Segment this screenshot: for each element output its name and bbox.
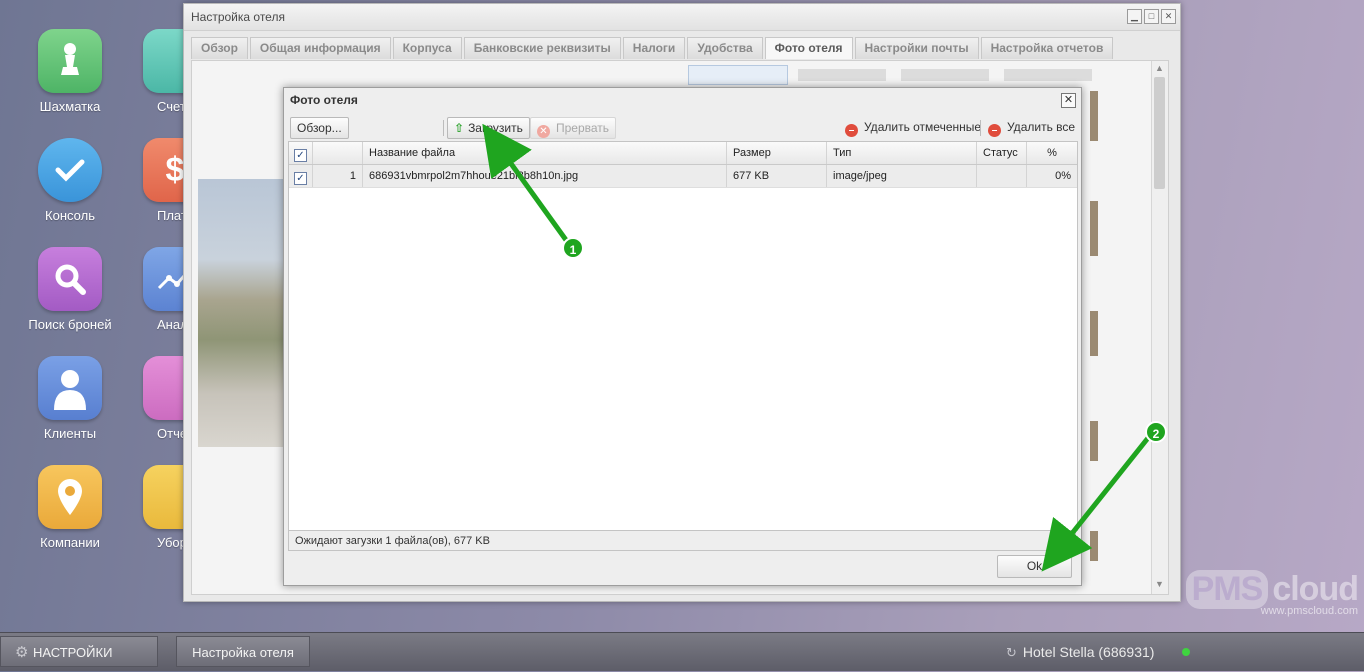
row-index: 1 [313, 165, 363, 187]
desktop-icon-booking-search[interactable]: Поиск броней [10, 247, 130, 332]
toolbar-separator [980, 120, 981, 136]
row-size: 677 KB [727, 165, 827, 187]
vertical-scrollbar[interactable]: ▲ ▼ [1151, 61, 1168, 594]
gear-icon: ⚙ [15, 644, 29, 661]
tab-report-settings[interactable]: Настройка отчетов [980, 37, 1114, 59]
scroll-thumb[interactable] [1154, 77, 1165, 189]
desktop-icon-clients[interactable]: Клиенты [10, 356, 130, 441]
toolbar-separator [443, 120, 444, 136]
arrow-up-icon: ⇧ [454, 121, 465, 135]
magnifier-icon [38, 247, 102, 311]
checkmark-icon [38, 138, 102, 202]
scroll-up-icon[interactable]: ▲ [1155, 63, 1164, 73]
annotation-badge-1: 1 [562, 237, 584, 259]
upload-status-text: Ожидают загузки 1 файла(ов), 677 KB [288, 530, 1076, 551]
desktop-icon-label: Консоль [45, 208, 95, 223]
scroll-down-icon[interactable]: ▼ [1155, 579, 1164, 589]
photo-thumb-placeholder[interactable] [1004, 69, 1092, 81]
photo-thumb-placeholder[interactable] [688, 65, 788, 85]
select-all-cell: ✓ [289, 142, 313, 164]
photo-thumb-placeholder[interactable] [901, 69, 989, 81]
close-icon[interactable]: ✕ [1061, 93, 1076, 108]
location-pin-icon [38, 465, 102, 529]
grid-header: ✓ Название файла Размер Тип Статус % [289, 142, 1077, 165]
tab-buildings[interactable]: Корпуса [392, 37, 462, 59]
minus-circle-icon: – [845, 124, 858, 137]
tab-mail-settings[interactable]: Настройки почты [854, 37, 979, 59]
row-status [977, 165, 1027, 187]
delete-selected-button[interactable]: – Удалить отмеченные [845, 117, 981, 137]
settings-label: НАСТРОЙКИ [33, 645, 113, 660]
photo-thumb-edge[interactable] [1090, 311, 1098, 356]
desktop-icon-label: Клиенты [43, 426, 97, 441]
browse-button[interactable]: Обзор... [290, 117, 349, 139]
window-title: Настройка отеля [184, 4, 1180, 31]
row-type: image/jpeg [827, 165, 977, 187]
refresh-icon: ↻ [1006, 645, 1017, 660]
settings-tabs: Обзор Общая информация Корпуса Банковски… [191, 37, 1114, 59]
photo-thumb-edge[interactable] [1090, 201, 1098, 256]
row-select-cell: ✓ [289, 165, 313, 187]
person-icon [38, 356, 102, 420]
column-header-size[interactable]: Размер [727, 142, 827, 164]
dialog-title: Фото отеля [290, 93, 358, 107]
connection-status-icon [1182, 648, 1190, 656]
row-percent: 0% [1055, 170, 1071, 182]
column-header-percent[interactable]: % [1027, 142, 1077, 164]
photo-upload-dialog: Фото отеля ✕ Обзор... ⇧ Загрузить ✕ Прерва… [283, 87, 1082, 586]
taskbar: ⚙ НАСТРОЙКИ Настройка отеля ↻ Hotel Stell… [0, 632, 1364, 671]
select-all-checkbox[interactable]: ✓ [294, 149, 307, 162]
column-header-status[interactable]: Статус [977, 142, 1027, 164]
abort-button-label: Прервать [556, 121, 610, 135]
column-header-type[interactable]: Тип [827, 142, 977, 164]
tab-general-info[interactable]: Общая информация [249, 37, 391, 59]
delete-all-button[interactable]: – Удалить все [988, 117, 1075, 137]
tab-taxes[interactable]: Налоги [622, 37, 686, 59]
upload-button-label: Загрузить [468, 121, 523, 135]
upload-toolbar: Обзор... ⇧ Загрузить ✕ Прервать – Удалить о… [288, 116, 1076, 140]
pmscloud-watermark: PMS cloud www.pmscloud.com [1185, 570, 1359, 617]
close-icon[interactable]: ✕ [1161, 9, 1176, 24]
photo-thumb-edge[interactable] [1090, 421, 1098, 461]
tab-amenities[interactable]: Удобства [687, 37, 763, 59]
delete-all-label: Удалить все [1007, 120, 1076, 134]
tab-bank-details[interactable]: Банковские реквизиты [463, 37, 621, 59]
window-controls: ▁ □ ✕ [1127, 9, 1176, 24]
desktop-icon-label: Компании [40, 535, 100, 550]
taskbar-window-hotel-settings[interactable]: Настройка отеля [176, 636, 310, 667]
abort-button[interactable]: ✕ Прервать [530, 117, 617, 139]
index-header [313, 142, 363, 164]
pmscloud-logo: PMS cloud [1185, 570, 1359, 609]
row-checkbox[interactable]: ✓ [294, 172, 307, 185]
photo-thumb-edge[interactable] [1090, 531, 1098, 561]
minus-circle-icon: – [988, 124, 1001, 137]
ok-button[interactable]: Ok [997, 555, 1072, 578]
tab-overview[interactable]: Обзор [191, 37, 248, 59]
minimize-icon[interactable]: ▁ [1127, 9, 1142, 24]
upload-file-grid: ✓ Название файла Размер Тип Статус % ✓ 1… [288, 141, 1078, 531]
photo-thumb-edge[interactable] [1090, 91, 1098, 141]
desktop-icon-companies[interactable]: Компании [10, 465, 130, 550]
current-hotel[interactable]: ↻ Hotel Stella (686931) [1006, 633, 1154, 671]
desktop-icon-chess[interactable]: Шахматка [10, 29, 130, 114]
row-filename: 686931vbmrpol2m7hhoue21bl8b8h10n.jpg [363, 165, 727, 187]
upload-button[interactable]: ⇧ Загрузить [447, 117, 530, 139]
tab-hotel-photos[interactable]: Фото отеля [764, 37, 853, 59]
table-row[interactable]: ✓ 1 686931vbmrpol2m7hhoue21bl8b8h10n.jpg… [289, 165, 1077, 188]
desktop-icon-console[interactable]: Консоль [10, 138, 130, 223]
photo-thumb-placeholder[interactable] [798, 69, 886, 81]
cancel-icon: ✕ [537, 125, 550, 138]
chess-pawn-icon [38, 29, 102, 93]
annotation-badge-2: 2 [1145, 421, 1167, 443]
delete-selected-label: Удалить отмеченные [864, 120, 982, 134]
hotel-name: Hotel Stella (686931) [1022, 644, 1155, 660]
hotel-photo-preview[interactable] [198, 179, 290, 447]
settings-button[interactable]: ⚙ НАСТРОЙКИ [0, 636, 158, 667]
desktop-icon-label: Шахматка [39, 99, 101, 114]
maximize-icon[interactable]: □ [1144, 9, 1159, 24]
desktop-icon-label: Поиск броней [28, 317, 112, 332]
column-header-filename[interactable]: Название файла [363, 142, 727, 164]
